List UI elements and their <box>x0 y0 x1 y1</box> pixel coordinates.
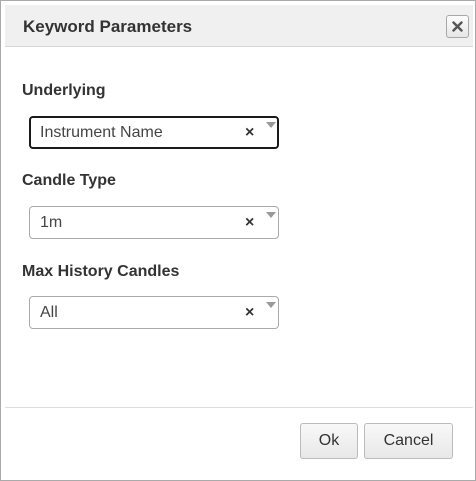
max-history-clear-icon[interactable]: × <box>245 304 254 322</box>
candle-type-clear-icon[interactable]: × <box>245 214 254 232</box>
close-button[interactable] <box>446 15 469 38</box>
dialog-titlebar: Keyword Parameters <box>5 5 473 47</box>
close-x-icon <box>452 21 463 32</box>
max-history-select[interactable]: All × <box>29 296 279 329</box>
underlying-value: Instrument Name <box>40 124 163 141</box>
chevron-down-icon[interactable] <box>266 122 276 128</box>
cancel-button[interactable]: Cancel <box>364 423 453 459</box>
footer-divider <box>5 407 473 408</box>
ok-button[interactable]: Ok <box>300 423 358 459</box>
candle-type-value: 1m <box>40 214 63 231</box>
underlying-select[interactable]: Instrument Name × <box>29 116 279 149</box>
chevron-down-icon[interactable] <box>266 302 276 308</box>
max-history-label: Max History Candles <box>22 263 180 280</box>
dialog-title: Keyword Parameters <box>23 17 193 36</box>
chevron-down-icon[interactable] <box>266 212 276 218</box>
underlying-clear-icon[interactable]: × <box>245 124 254 142</box>
candle-type-label: Candle Type <box>22 172 116 189</box>
max-history-value: All <box>40 304 58 321</box>
candle-type-select[interactable]: 1m × <box>29 206 279 239</box>
keyword-parameters-dialog: Keyword Parameters Underlying Instrument… <box>0 0 476 481</box>
underlying-label: Underlying <box>22 82 106 99</box>
